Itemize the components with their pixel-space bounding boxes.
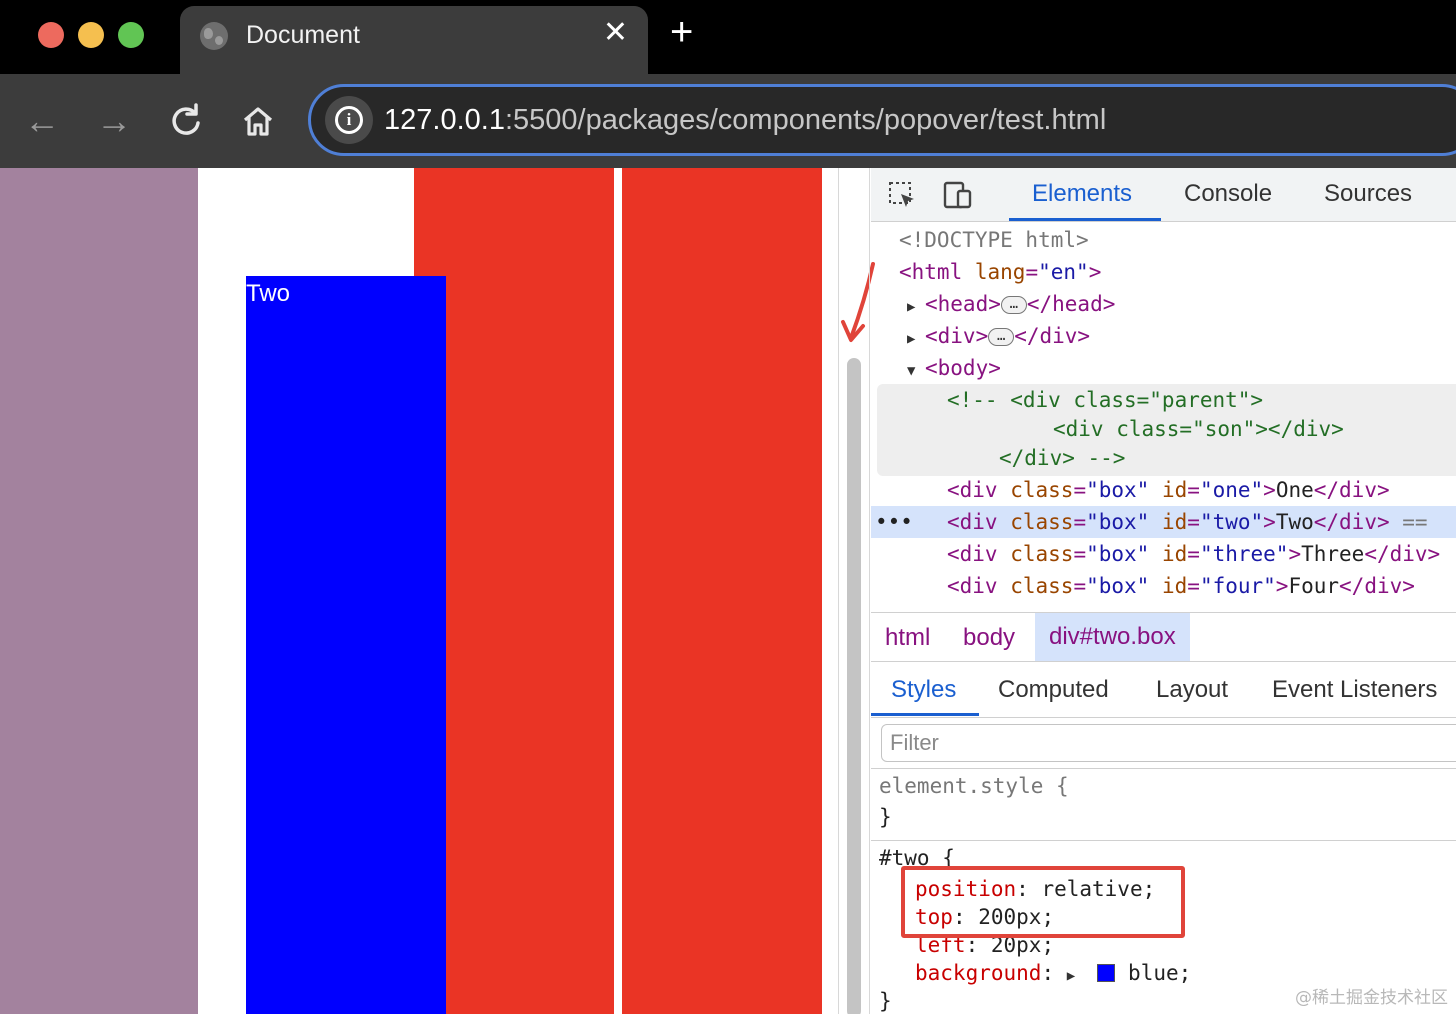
expand-triangle-icon[interactable]: ▶ bbox=[907, 323, 925, 355]
expand-triangle-icon[interactable]: ▶ bbox=[1067, 962, 1085, 990]
devtools-panel: Elements Console Sources <!DOCTYPE html>… bbox=[838, 168, 1456, 1014]
collapse-triangle-icon[interactable]: ▼ bbox=[907, 355, 925, 387]
dom-box-three[interactable]: <div class="box" id="three">Three</div> bbox=[947, 538, 1440, 570]
title-bar: Document ✕ + bbox=[0, 0, 1456, 74]
prop-background[interactable]: background: ▶ blue; bbox=[915, 959, 1191, 990]
tab-console[interactable]: Console bbox=[1184, 180, 1272, 208]
filter-input[interactable] bbox=[882, 725, 1456, 761]
url-text[interactable]: 127.0.0.1:5500/packages/components/popov… bbox=[384, 104, 1106, 137]
active-tab-indicator bbox=[1009, 218, 1161, 221]
two-rule-close: } bbox=[879, 989, 892, 1013]
globe-icon bbox=[200, 22, 228, 50]
site-info-icon[interactable]: i bbox=[325, 96, 373, 144]
styles-tab-bar: Styles Computed Layout Event Listeners bbox=[871, 662, 1456, 718]
tab-event-listeners[interactable]: Event Listeners bbox=[1272, 676, 1437, 704]
dom-comment-line-1[interactable]: <!-- <div class="parent"> bbox=[947, 384, 1263, 416]
back-arrow-icon[interactable]: ← bbox=[18, 96, 66, 146]
tab-layout[interactable]: Layout bbox=[1156, 676, 1228, 704]
page-viewport: Two bbox=[0, 168, 838, 1014]
row-menu-icon[interactable]: ••• bbox=[875, 506, 913, 538]
devtools-tab-bar: Elements Console Sources bbox=[871, 168, 1456, 222]
dom-body[interactable]: ▼ <body> bbox=[907, 352, 1001, 384]
ellipsis-icon[interactable]: … bbox=[988, 328, 1015, 346]
expand-triangle-icon[interactable]: ▶ bbox=[907, 291, 925, 323]
device-toolbar-icon[interactable] bbox=[943, 180, 973, 210]
browser-toolbar: ← → i 127.0.0.1:5500/packages/components… bbox=[0, 74, 1456, 168]
home-icon[interactable] bbox=[234, 96, 282, 146]
maximize-window-button[interactable] bbox=[118, 22, 144, 48]
color-swatch[interactable] bbox=[1097, 964, 1116, 982]
address-bar[interactable]: i 127.0.0.1:5500/packages/components/pop… bbox=[308, 84, 1456, 156]
tab-title: Document bbox=[246, 21, 360, 49]
devtools-scrollbar[interactable] bbox=[847, 358, 861, 1014]
browser-tab[interactable]: Document ✕ bbox=[180, 6, 648, 74]
red-arrow-annotation bbox=[841, 262, 875, 342]
dom-box-one[interactable]: <div class="box" id="one">One</div> bbox=[947, 474, 1390, 506]
dom-comment-line-3[interactable]: </div> --> bbox=[999, 442, 1125, 474]
devtools-divider bbox=[869, 168, 870, 1014]
tab-elements[interactable]: Elements bbox=[1032, 180, 1132, 208]
purple-box bbox=[0, 168, 198, 1014]
close-tab-icon[interactable]: ✕ bbox=[603, 18, 628, 48]
ellipsis-icon[interactable]: … bbox=[1000, 296, 1027, 314]
breadcrumb: html body div#two.box bbox=[871, 612, 1456, 662]
dom-head[interactable]: ▶ <head>… </head> bbox=[907, 288, 1115, 320]
dom-comment-line-2[interactable]: <div class="son"></div> bbox=[1053, 413, 1344, 445]
new-tab-button[interactable]: + bbox=[670, 12, 693, 52]
dom-div[interactable]: ▶ <div>… </div> bbox=[907, 320, 1090, 352]
box-two-label: Two bbox=[246, 280, 291, 307]
watermark: @稀土掘金技术社区 bbox=[1295, 988, 1448, 1008]
active-styles-tab-indicator bbox=[871, 713, 979, 716]
minimize-window-button[interactable] bbox=[78, 22, 104, 48]
tab-styles[interactable]: Styles bbox=[891, 676, 956, 704]
close-window-button[interactable] bbox=[38, 22, 64, 48]
reload-icon[interactable] bbox=[162, 96, 210, 146]
dom-box-two[interactable]: <div class="box" id="two">Two</div> == bbox=[947, 506, 1428, 538]
tab-computed[interactable]: Computed bbox=[998, 676, 1109, 704]
red-box-three bbox=[622, 168, 822, 1014]
red-highlight-annotation bbox=[901, 866, 1185, 938]
dom-html[interactable]: <html lang="en"> bbox=[899, 256, 1101, 288]
element-style-close: } bbox=[879, 805, 892, 829]
breadcrumb-body[interactable]: body bbox=[963, 624, 1015, 652]
breadcrumb-selected[interactable]: div#two.box bbox=[1035, 613, 1190, 661]
inspect-element-icon[interactable] bbox=[887, 180, 917, 210]
breadcrumb-html[interactable]: html bbox=[885, 624, 930, 652]
element-style-selector[interactable]: element.style { bbox=[879, 772, 1069, 800]
forward-arrow-icon[interactable]: → bbox=[90, 96, 138, 146]
box-two: Two bbox=[246, 276, 446, 1014]
dom-box-four[interactable]: <div class="box" id="four">Four</div> bbox=[947, 570, 1415, 602]
styles-filter bbox=[881, 724, 1456, 762]
tab-sources[interactable]: Sources bbox=[1324, 180, 1412, 208]
dom-doctype[interactable]: <!DOCTYPE html> bbox=[899, 224, 1089, 256]
